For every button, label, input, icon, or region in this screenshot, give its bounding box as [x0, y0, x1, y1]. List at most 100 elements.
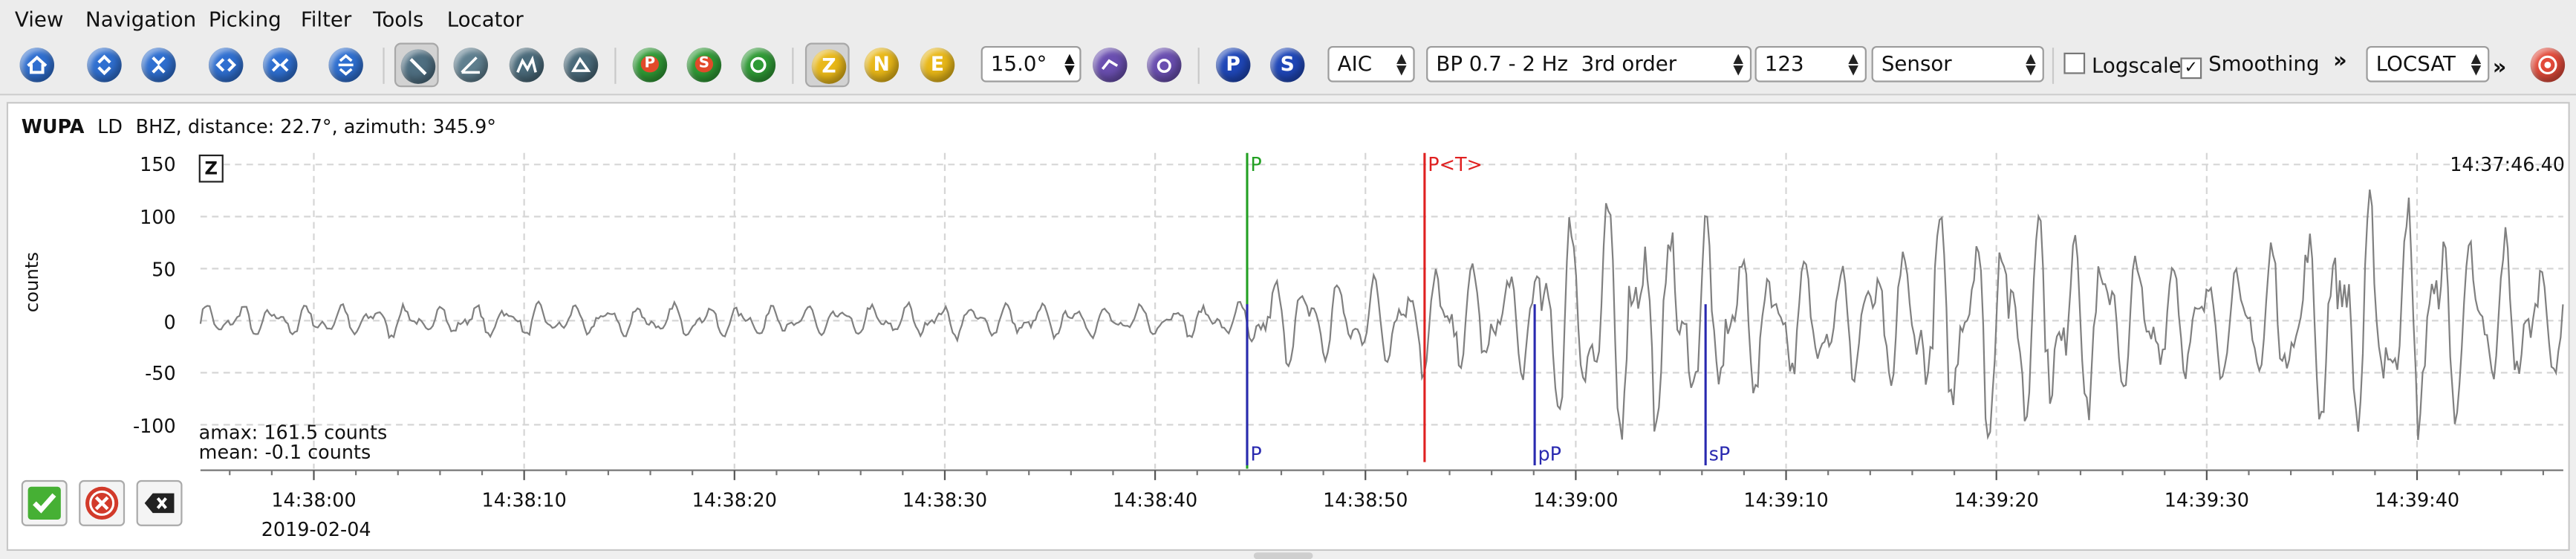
angle-tool-button[interactable] [449, 43, 493, 88]
picker-method-select[interactable]: AIC ▲ ▼ [1327, 45, 1415, 83]
seismogram-plot[interactable]: P P<T> P pP sP [8, 103, 2572, 552]
spectrum-button[interactable] [504, 43, 549, 88]
toolbar-overflow-button[interactable]: » [2333, 49, 2347, 74]
toolbar-separator [2052, 48, 2055, 84]
amplitude-mode-value: Sensor [1881, 51, 1952, 76]
x-tick-label: 14:38:50 [1323, 488, 1408, 511]
accept-button[interactable] [21, 479, 68, 526]
pick-s-button[interactable]: S [1265, 43, 1310, 88]
clear-button[interactable] [136, 479, 183, 526]
combo-arrows-icon: ▲ ▼ [2471, 51, 2482, 77]
component-n-button[interactable]: N [859, 43, 904, 88]
rotation-angle-spinbox[interactable]: 15.0° ▲ ▼ [980, 45, 1082, 83]
toolbar-separator [792, 48, 794, 84]
p-pick-green-icon: P [632, 48, 668, 83]
p-phase-icon: P [1215, 48, 1251, 83]
smoothing-checkbox[interactable]: ✓ Smoothing [2180, 52, 2320, 80]
menu-view[interactable]: View [15, 7, 64, 31]
x-tick-label: 14:39:30 [2164, 488, 2249, 511]
waveform-trace [199, 189, 2564, 441]
toolbar: P S Z N E 15.0° ▲ ▼ P S AIC ▲ ▼ BP 0.7 -… [0, 37, 2576, 96]
amplitude-scale-button[interactable] [324, 43, 368, 88]
x-tick-label: 14:39:40 [2374, 488, 2460, 511]
menu-picking[interactable]: Picking [209, 7, 282, 31]
vertical-expand-icon [328, 48, 363, 83]
date-label: 2019-02-04 [261, 517, 371, 541]
arrows-up-down-icon [87, 48, 122, 83]
number-select[interactable]: 123 ▲ ▼ [1754, 45, 1867, 83]
x-tick-label: 14:39:00 [1533, 488, 1619, 511]
toolbar-overflow-button-2[interactable]: » [2493, 56, 2507, 80]
relocate-button[interactable] [1142, 43, 1186, 88]
amplitude-mode-select[interactable]: Sensor ▲ ▼ [1871, 45, 2044, 83]
logscale-label: Logscale [2092, 52, 2182, 77]
toolbar-separator [383, 48, 385, 84]
toolbar-separator [614, 48, 617, 84]
locator-select[interactable]: LOCSAT ▲ ▼ [2366, 45, 2490, 83]
combo-arrows-icon: ▲ ▼ [2026, 51, 2036, 77]
home-button[interactable] [15, 43, 59, 88]
x-tick-label: 14:39:20 [1954, 488, 2039, 511]
arrows-converge-icon [141, 48, 176, 83]
menu-filter[interactable]: Filter [301, 7, 352, 31]
rotation-angle-value: 15.0° [990, 51, 1047, 76]
menu-navigation[interactable]: Navigation [85, 7, 196, 31]
s-phase-icon: S [1269, 48, 1305, 83]
component-n-icon: N [864, 48, 900, 83]
pick-label: P [1250, 442, 1261, 465]
home-icon [19, 48, 54, 83]
pick-label: pP [1538, 442, 1561, 465]
arrows-left-right-icon [208, 48, 244, 83]
component-e-icon: E [920, 48, 955, 83]
menu-bar: View Navigation Picking Filter Tools Loc… [0, 0, 2576, 38]
align-button[interactable] [1087, 43, 1132, 88]
pick-tool-icon [400, 49, 436, 84]
number-value: 123 [1764, 51, 1804, 76]
filter-value: BP 0.7 - 2 Hz 3rd order [1436, 51, 1677, 76]
pick-label: P [1250, 153, 1261, 175]
checkmark-icon [27, 486, 61, 520]
align-icon [1093, 48, 1128, 83]
checkbox-unchecked-icon[interactable] [2063, 52, 2086, 74]
pick-mode-button[interactable] [394, 42, 439, 88]
show-s-theoretical-button[interactable]: S [682, 43, 726, 88]
scroll-down-up-button[interactable] [137, 43, 181, 88]
show-p-theoretical-button[interactable]: P [628, 43, 672, 88]
refresh-icon [741, 48, 776, 83]
logscale-checkbox[interactable]: Logscale [2063, 52, 2182, 77]
resize-grip[interactable] [1253, 552, 1313, 559]
component-z-icon: Z [811, 49, 847, 84]
menu-tools[interactable]: Tools [373, 7, 423, 31]
menu-locator[interactable]: Locator [447, 7, 524, 31]
pick-markers: P P<T> P pP sP [1246, 152, 1731, 469]
picker-method-value: AIC [1337, 51, 1373, 76]
x-tick-label: 14:38:00 [271, 488, 357, 511]
scroll-up-down-button[interactable] [82, 43, 127, 88]
s-pick-green-icon: S [686, 48, 722, 83]
checkbox-checked-icon[interactable]: ✓ [2180, 57, 2202, 80]
x-tick-label: 14:38:40 [1112, 488, 1198, 511]
x-tick-label: 14:39:10 [1743, 488, 1829, 511]
refresh-button[interactable] [736, 43, 781, 88]
x-tick-label: 14:38:20 [692, 488, 777, 511]
target-button[interactable] [2525, 43, 2570, 88]
pick-p-button[interactable]: P [1211, 43, 1255, 88]
component-e-button[interactable]: E [915, 43, 960, 88]
mean-label: mean: -0.1 counts [198, 440, 371, 464]
plot-grid [200, 152, 2563, 469]
locator-value: LOCSAT [2375, 51, 2456, 76]
backspace-icon [144, 493, 175, 514]
scroll-left-right-button[interactable] [204, 43, 248, 88]
reject-button[interactable] [79, 479, 126, 526]
spectrum-icon [509, 48, 544, 83]
toolbar-separator [1197, 48, 1200, 84]
pick-label: sP [1709, 442, 1731, 465]
component-z-button[interactable]: Z [804, 42, 850, 88]
app-window: View Navigation Picking Filter Tools Loc… [0, 0, 2576, 559]
spin-arrows-icon[interactable]: ▲ ▼ [1064, 52, 1075, 77]
x-tick-label: 14:38:30 [902, 488, 988, 511]
rotate-button[interactable] [559, 43, 603, 88]
relocate-icon [1147, 48, 1182, 83]
zoom-horizontal-button[interactable] [258, 43, 302, 88]
filter-select[interactable]: BP 0.7 - 2 Hz 3rd order ▲ ▼ [1426, 45, 1752, 83]
